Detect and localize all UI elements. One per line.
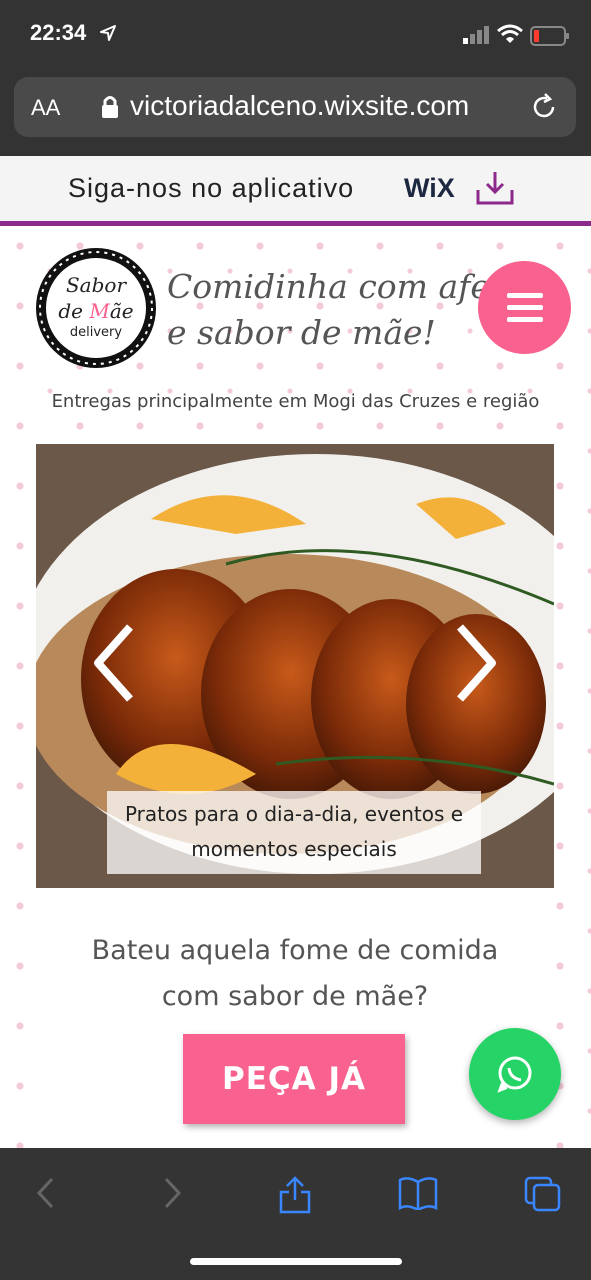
wix-logo: WiX [404, 173, 455, 203]
slide-caption-line-2: momentos especiais [191, 837, 397, 861]
tagline-line-2: e sabor de mãe! [167, 313, 436, 352]
menu-icon [507, 293, 543, 298]
slide-caption-line-1: Pratos para o dia-a-dia, eventos e [124, 802, 464, 826]
lock-icon [102, 96, 118, 118]
menu-icon-bar [507, 317, 543, 322]
menu-icon-bar [507, 305, 543, 310]
bookmarks-icon[interactable] [398, 1176, 438, 1210]
status-time: 22:34 [30, 20, 87, 45]
location-arrow-icon [100, 25, 116, 41]
site-logo: Sabor de Mãe delivery [36, 248, 156, 368]
text-size-button[interactable]: AA [31, 95, 60, 121]
whatsapp-icon [497, 1056, 532, 1093]
download-icon[interactable] [475, 170, 515, 206]
address-bar[interactable]: AA victoriadalceno.wixsite.com [14, 77, 576, 137]
svg-text:Sabor: Sabor [66, 273, 127, 297]
reload-icon[interactable] [531, 93, 559, 121]
cta-question-line-1: Bateu aquela fome de comida [91, 935, 499, 966]
svg-text:de Mãe: de Mãe [58, 299, 133, 323]
signal-icon [463, 26, 489, 44]
hero-slideshow[interactable]: Pratos para o dia-a-dia, eventos e momen… [36, 444, 554, 888]
delivery-area-text: Entregas principalmente em Mogi das Cruz… [51, 391, 540, 412]
tabs-icon[interactable] [524, 1176, 562, 1212]
home-indicator[interactable] [190, 1258, 402, 1265]
wifi-icon [497, 24, 523, 43]
page-content: Sabor de Mãe delivery Comidinha com afet… [0, 226, 591, 1148]
svg-text:delivery: delivery [70, 325, 123, 340]
chevron-left-icon[interactable] [90, 621, 136, 705]
order-now-button[interactable]: PEÇA JÁ [183, 1034, 405, 1124]
menu-button[interactable] [478, 261, 571, 354]
site-tagline: Comidinha com afeto e sabor de mãe! [167, 264, 523, 356]
cta-question-line-2: com sabor de mãe? [161, 981, 429, 1012]
url-text[interactable]: victoriadalceno.wixsite.com [130, 90, 469, 122]
back-icon[interactable] [34, 1176, 58, 1210]
battery-icon [530, 26, 569, 46]
wix-banner-text: Siga-nos no aplicativo [68, 173, 355, 203]
forward-icon[interactable] [160, 1176, 184, 1210]
chevron-right-icon[interactable] [454, 621, 500, 705]
share-icon[interactable] [278, 1176, 312, 1214]
whatsapp-button[interactable] [469, 1028, 561, 1120]
cta-question: Bateu aquela fome de comida com sabor de… [36, 928, 554, 1020]
tagline-line-1: Comidinha com afeto [167, 267, 523, 306]
status-bar: 22:34 [0, 0, 591, 72]
slide-caption: Pratos para o dia-a-dia, eventos e momen… [107, 791, 481, 874]
